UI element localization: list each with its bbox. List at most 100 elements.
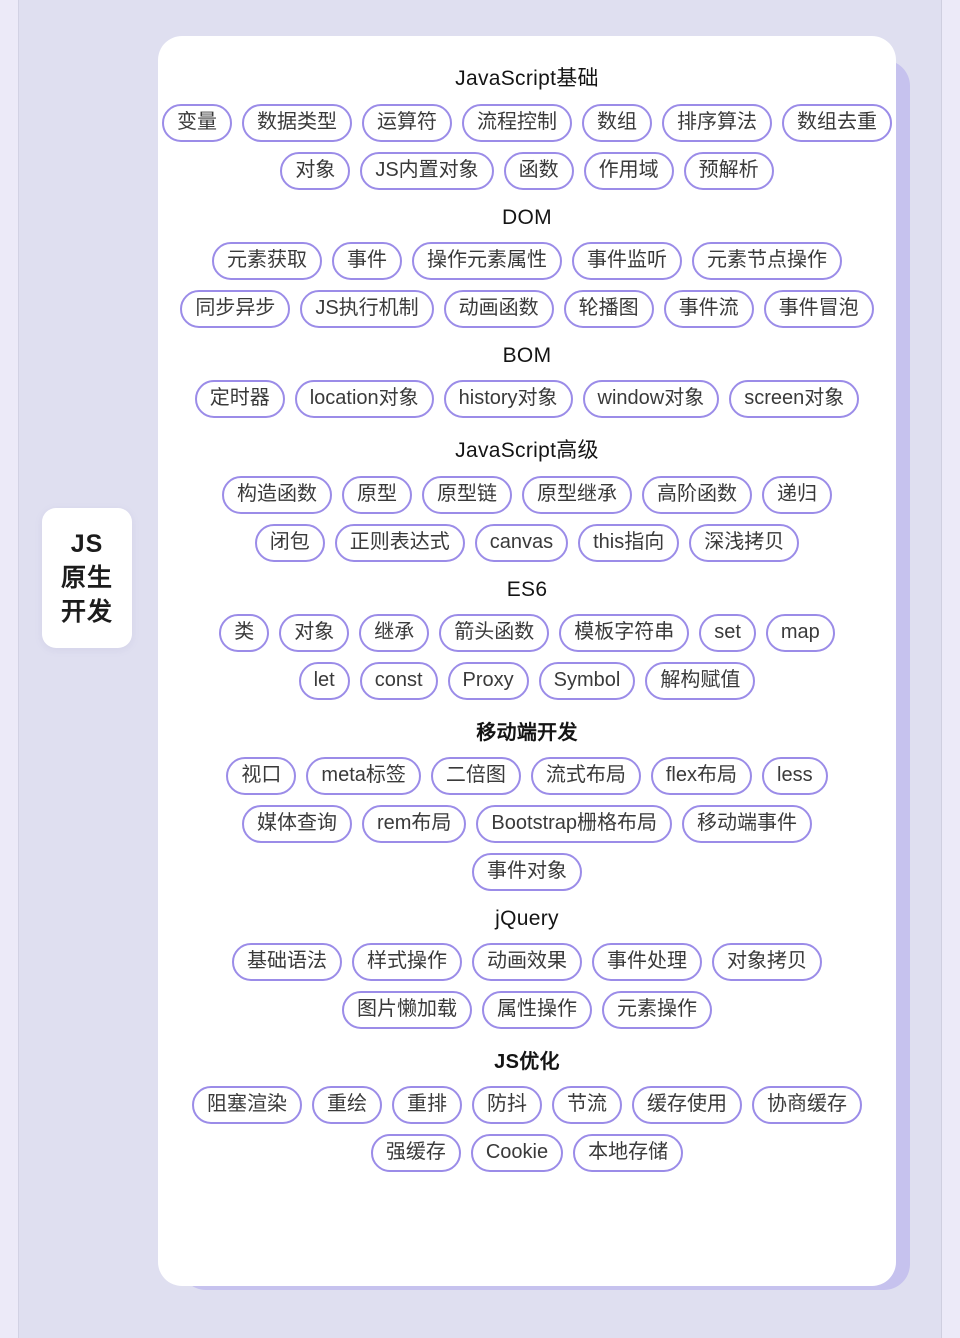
topic-chip[interactable]: 样式操作 <box>352 943 462 981</box>
topic-chip[interactable]: 事件对象 <box>472 853 582 891</box>
topic-section: BOM 定时器 location对象 history对象 window对象 screen对… <box>176 344 878 418</box>
topic-chip[interactable]: flex布局 <box>650 757 752 795</box>
topic-chip[interactable]: 类 <box>219 614 270 652</box>
topic-chip[interactable]: 事件监听 <box>572 242 682 280</box>
topic-chip[interactable]: 深浅拷贝 <box>689 524 800 562</box>
page-left-edge-strip <box>0 0 18 1338</box>
topic-chip[interactable]: 原型链 <box>422 476 512 514</box>
topic-chip[interactable]: 图片懒加载 <box>342 991 472 1029</box>
topic-chip[interactable]: 阻塞渲染 <box>192 1086 302 1124</box>
topic-chip[interactable]: 事件 <box>332 242 402 280</box>
topic-section: DOM 元素获取 事件 操作元素属性 事件监听 元素节点操作 同步异步 JS执行机制 动画函数轮… <box>176 206 878 328</box>
topic-chip[interactable]: meta标签 <box>306 757 421 795</box>
topic-chip[interactable]: history对象 <box>443 380 573 418</box>
topic-chip[interactable]: map <box>765 614 835 652</box>
topic-chip[interactable]: 对象 <box>279 614 350 652</box>
chip-row: 强缓存 Cookie 本地存储 <box>176 1134 878 1172</box>
topic-chip[interactable]: Cookie <box>470 1134 564 1172</box>
topic-chip[interactable]: Proxy <box>447 662 529 700</box>
topic-chip[interactable]: rem布局 <box>361 805 467 843</box>
section-title: BOM <box>502 344 552 367</box>
topic-chip[interactable]: 数组去重 <box>782 104 892 142</box>
chip-row: 事件对象 <box>176 853 878 891</box>
topic-chip[interactable]: const <box>359 662 438 700</box>
topic-chip[interactable]: 构造函数 <box>222 476 332 514</box>
topic-chip[interactable]: 缓存使用 <box>632 1086 742 1124</box>
topic-chip[interactable]: 媒体查询 <box>241 805 352 843</box>
topic-chip[interactable]: 原型继承 <box>522 476 632 514</box>
topic-chip[interactable]: 原型 <box>342 476 412 514</box>
topic-chip[interactable]: 重绘 <box>312 1086 382 1124</box>
topic-chip[interactable]: set <box>699 614 756 652</box>
topic-chip[interactable]: 同步异步 <box>180 290 291 328</box>
topic-chip[interactable]: 继承 <box>359 614 430 652</box>
topic-chip[interactable]: 高阶函数 <box>642 476 752 514</box>
page-right-edge-strip <box>942 0 960 1338</box>
topic-chip[interactable]: 运算符 <box>362 104 452 142</box>
chip-row: 阻塞渲染 重绘 重排 防抖 节流 缓存使用 协商缓存 <box>176 1086 878 1124</box>
topic-chip[interactable]: 正则表达式 <box>334 524 465 562</box>
side-badge-line-2: 原生 <box>60 564 113 592</box>
topic-chip[interactable]: JS执行机制 <box>300 290 434 328</box>
topic-chip[interactable]: 元素获取 <box>212 242 322 280</box>
topic-chip[interactable]: 强缓存 <box>370 1134 461 1172</box>
topic-chip[interactable]: 协商缓存 <box>752 1086 862 1124</box>
topic-chip[interactable]: 操作元素属性 <box>412 242 562 280</box>
topic-section: jQuery 基础语法 样式操作 动画效果 事件处理 对象拷贝 图片懒加载 属性操作 元素操作 <box>176 907 878 1029</box>
topic-section: ES6 类对象 继承 箭头函数 模板字符串 set map let const Proxy Symb… <box>176 578 878 700</box>
topic-chip[interactable]: 二倍图 <box>430 757 521 795</box>
topic-chip[interactable]: 流式布局 <box>530 757 641 795</box>
topic-chip[interactable]: 流程控制 <box>462 104 572 142</box>
topic-chip[interactable]: Bootstrap栅格布局 <box>476 805 673 843</box>
topic-chip[interactable]: canvas <box>474 524 569 562</box>
topic-chip[interactable]: 防抖 <box>472 1086 542 1124</box>
topic-chip[interactable]: 箭头函数 <box>439 614 550 652</box>
topic-chip[interactable]: 函数 <box>503 152 574 190</box>
topic-chip[interactable]: 数组 <box>582 104 652 142</box>
topic-chip[interactable]: 基础语法 <box>232 943 342 981</box>
topic-chip[interactable]: let <box>298 662 350 700</box>
topic-chip[interactable]: 递归 <box>762 476 832 514</box>
topic-chip[interactable]: 移动端事件 <box>682 805 813 843</box>
chip-row: 构造函数 原型 原型链 原型继承 高阶函数 递归 <box>176 476 878 514</box>
topic-section: JS优化 阻塞渲染 重绘 重排 防抖 节流 缓存使用 协商缓存 强缓存 Cookie 本地存储 <box>176 1045 878 1172</box>
topic-chip[interactable]: 变量 <box>162 104 232 142</box>
topic-chip[interactable]: 元素节点操作 <box>692 242 842 280</box>
topic-chip[interactable]: location对象 <box>294 380 434 418</box>
topic-chip[interactable]: less <box>762 757 828 795</box>
topic-chip[interactable]: 重排 <box>392 1086 462 1124</box>
topic-chip[interactable]: 元素操作 <box>602 991 712 1029</box>
topic-chip[interactable]: 节流 <box>552 1086 622 1124</box>
topic-chip[interactable]: 预解析 <box>683 152 774 190</box>
topic-chip[interactable]: 对象拷贝 <box>712 943 822 981</box>
topic-chip[interactable]: this指向 <box>578 524 680 562</box>
topic-chip[interactable]: 事件冒泡 <box>763 290 874 328</box>
section-title: JavaScript高级 <box>455 439 599 462</box>
topic-chip[interactable]: Symbol <box>538 662 636 700</box>
topic-chip[interactable]: 数据类型 <box>242 104 352 142</box>
section-title: ES6 <box>506 578 548 601</box>
topic-chip[interactable]: window对象 <box>582 380 720 418</box>
topic-chip[interactable]: screen对象 <box>729 380 860 418</box>
topic-section: 移动端开发 视口 meta标签 二倍图 流式布局 flex布局 less 媒体查询 rem布局 B… <box>176 716 878 891</box>
section-title: JS优化 <box>494 1051 560 1073</box>
topic-chip[interactable]: 本地存储 <box>573 1134 684 1172</box>
topic-chip[interactable]: 模板字符串 <box>559 614 690 652</box>
chip-row: 闭包 正则表达式 canvas this指向 深浅拷贝 <box>176 524 878 562</box>
topic-chip[interactable]: 闭包 <box>254 524 325 562</box>
topic-chip[interactable]: 事件处理 <box>592 943 702 981</box>
topic-chip[interactable]: 动画函数 <box>443 290 554 328</box>
topic-chip[interactable]: 解构赋值 <box>645 662 756 700</box>
topic-chip[interactable]: 视口 <box>226 757 297 795</box>
topic-chip[interactable]: 定时器 <box>194 380 285 418</box>
topic-chip[interactable]: 对象 <box>280 152 351 190</box>
topic-chip[interactable]: 动画效果 <box>472 943 582 981</box>
topic-chip[interactable]: 作用域 <box>583 152 674 190</box>
topic-chip[interactable]: 轮播图 <box>563 290 654 328</box>
topic-chip[interactable]: 排序算法 <box>662 104 772 142</box>
chip-row: 类对象 继承 箭头函数 模板字符串 set map <box>176 614 878 652</box>
chip-row: 基础语法 样式操作 动画效果 事件处理 对象拷贝 <box>176 943 878 981</box>
topic-chip[interactable]: 事件流 <box>663 290 754 328</box>
topic-chip[interactable]: 属性操作 <box>482 991 592 1029</box>
topic-chip[interactable]: JS内置对象 <box>360 152 494 190</box>
